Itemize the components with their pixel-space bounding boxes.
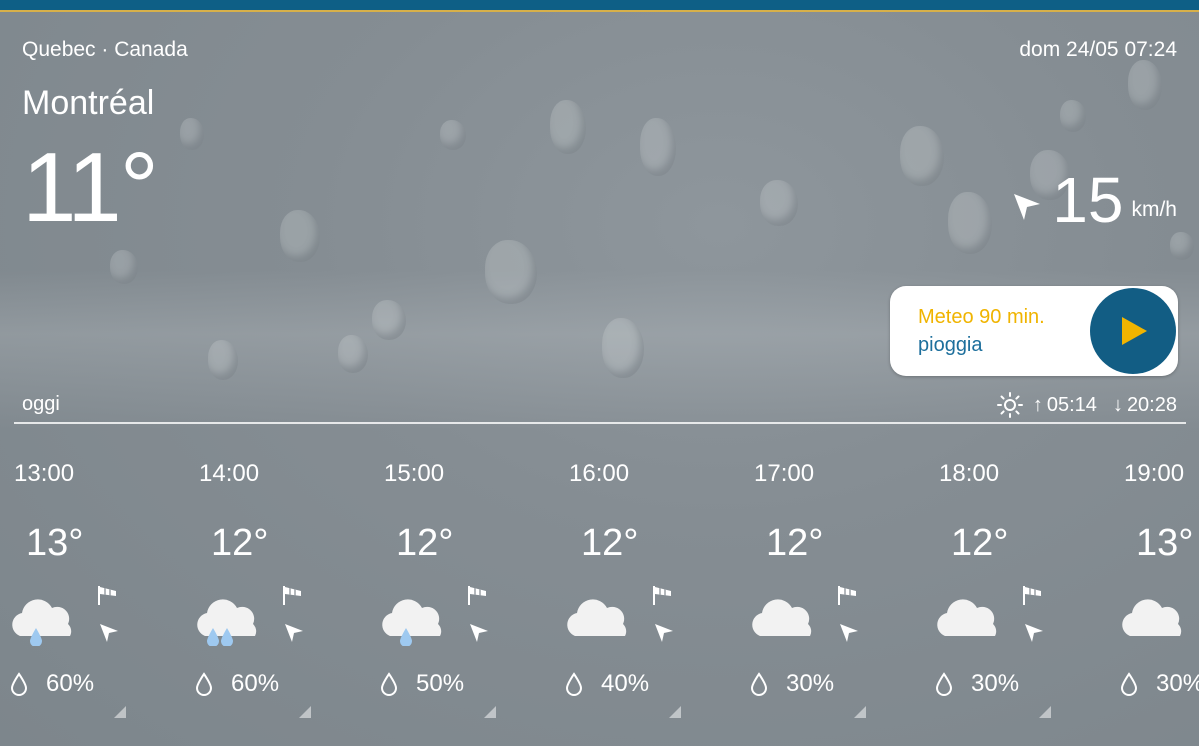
hour-time: 14:00 [199,460,260,487]
precipitation-probability: 50% [416,670,465,697]
hour-time: 17:00 [754,460,815,487]
hour-temperature: 12° [396,522,454,564]
corner-marker [1039,706,1051,718]
hour-item[interactable]: 19:00 13° 30% [1110,424,1199,746]
hour-temperature: 12° [766,522,824,564]
rain-cloud-light-icon [382,599,442,646]
day-label[interactable]: oggi [22,393,60,416]
hour-temperature: 13° [26,522,84,564]
sun-times: ↑ 05:14 ↓ 20:28 [996,392,1177,418]
top-bar [0,0,1199,12]
hour-item[interactable]: 17:00 12° 30% [740,424,925,746]
precipitation-probability: 60% [231,670,280,697]
cloud-icon [567,599,627,636]
hour-time: 19:00 [1124,460,1185,487]
wind-direction-icon [100,624,118,642]
hour-temperature: 12° [581,522,639,564]
wind-direction-icon [1014,193,1041,220]
sunrise-time: 05:14 [1046,393,1097,416]
datetime-label: dom 24/05 07:24 [1019,38,1177,61]
wind-direction-icon [840,624,858,642]
precipitation-drop-icon [750,672,768,696]
hour-item[interactable]: 13:00 13° 60% [0,424,185,746]
sunrise-arrow-icon: ↑ [1032,393,1043,416]
windsock-icon [283,586,301,605]
hourly-forecast[interactable]: 13:00 13° 60% 14:00 12° 60% 15:00 12° 50… [0,424,1199,746]
hour-temperature: 12° [211,522,269,564]
precipitation-drop-icon [1120,672,1138,696]
corner-marker [484,706,496,718]
current-wind: 15 km/h [1010,164,1177,236]
hour-item[interactable]: 18:00 12° 30% [925,424,1110,746]
play-icon [1122,317,1147,345]
hour-time: 16:00 [569,460,630,487]
rain-cloud-light-icon [12,599,72,646]
hour-time: 13:00 [14,460,75,487]
region-label: Quebec · Canada [22,38,188,61]
precipitation-drop-icon [935,672,953,696]
precipitation-probability: 30% [971,670,1020,697]
wind-direction-icon [1025,624,1043,642]
windsock-icon [1023,586,1041,605]
rain-cloud-heavy-icon [197,599,257,646]
windsock-icon [468,586,486,605]
windsock-icon [98,586,116,605]
hour-time: 15:00 [384,460,445,487]
precipitation-drop-icon [195,672,213,696]
hour-item[interactable]: 14:00 12° 60% [185,424,370,746]
wind-direction-icon [285,624,303,642]
cloud-icon [1122,599,1182,636]
wind-direction-icon [655,624,673,642]
city-name[interactable]: Montréal [22,84,154,123]
radar-card-title: Meteo 90 min. [918,306,1045,328]
wind-speed-unit: km/h [1131,197,1177,221]
hour-temperature: 13° [1136,522,1194,564]
corner-marker [114,706,126,718]
hour-item[interactable]: 15:00 12° 50% [370,424,555,746]
cloud-icon [937,599,997,636]
windsock-icon [838,586,856,605]
sunset-time: 20:28 [1126,393,1177,416]
radar-forecast-card[interactable]: Meteo 90 min. pioggia [890,286,1178,376]
precipitation-drop-icon [380,672,398,696]
precipitation-drop-icon [10,672,28,696]
corner-marker [299,706,311,718]
precipitation-probability: 30% [786,670,835,697]
precipitation-probability: 30% [1156,670,1199,697]
precipitation-probability: 60% [46,670,95,697]
wind-speed-value: 15 [1052,164,1124,236]
hour-time: 18:00 [939,460,1000,487]
hour-item[interactable]: 16:00 12° 40% [555,424,740,746]
play-button[interactable] [1090,288,1176,374]
radar-card-subtitle: pioggia [918,334,983,356]
hour-temperature: 12° [951,522,1009,564]
windsock-icon [653,586,671,605]
cloud-icon [752,599,812,636]
precipitation-drop-icon [565,672,583,696]
wind-direction-icon [470,624,488,642]
corner-marker [669,706,681,718]
corner-marker [854,706,866,718]
precipitation-probability: 40% [601,670,650,697]
current-temperature: 11° [22,132,159,242]
sun-icon [996,392,1023,418]
sunset-arrow-icon: ↓ [1112,393,1123,416]
